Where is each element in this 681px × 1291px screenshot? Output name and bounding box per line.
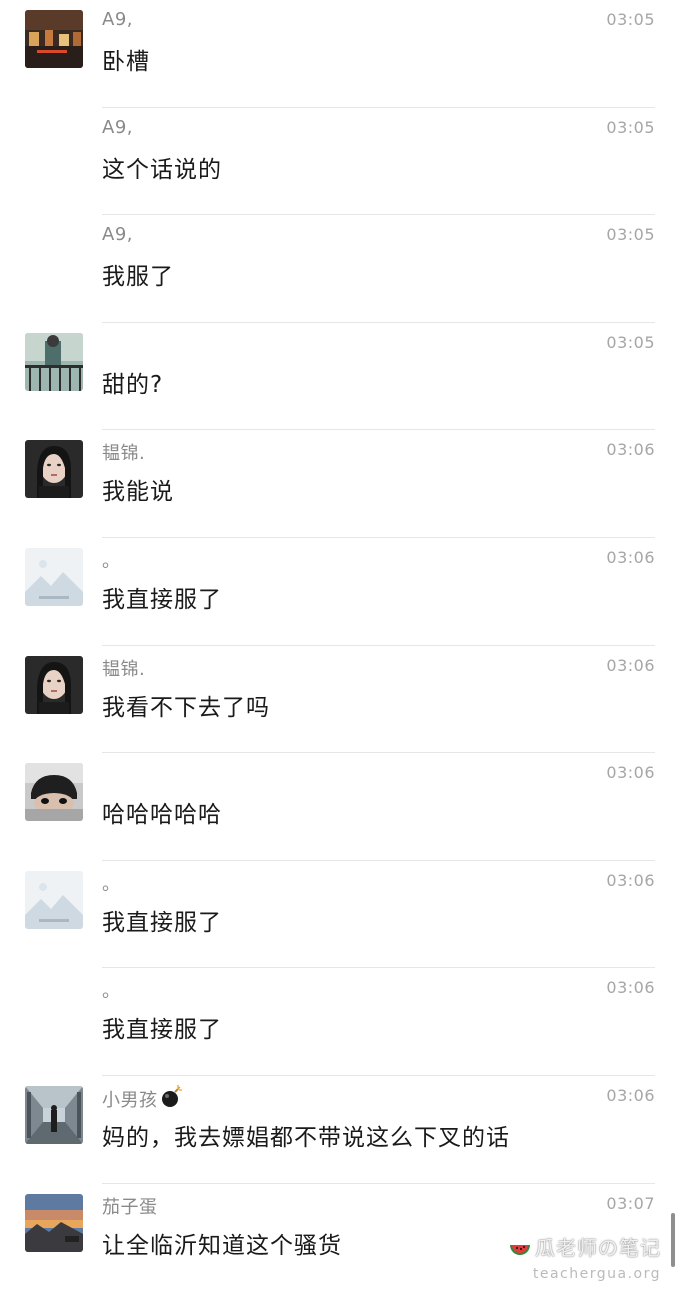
sender-name: 。 xyxy=(102,550,121,572)
message-text: 哈哈哈哈哈 xyxy=(102,802,222,829)
sender-name-text: 小男孩 xyxy=(102,1089,158,1111)
chat-message[interactable]: 03:06 哈哈哈哈哈 xyxy=(0,753,681,861)
scrollbar[interactable] xyxy=(671,1213,675,1267)
watermelon-icon xyxy=(509,1237,531,1264)
avatar[interactable] xyxy=(25,332,83,391)
message-time: 03:05 xyxy=(606,225,655,245)
avatar-corridor-man-image xyxy=(25,1085,83,1144)
avatar[interactable] xyxy=(25,1193,83,1252)
avatar[interactable] xyxy=(25,547,83,606)
message-text: 我直接服了 xyxy=(102,1017,222,1044)
sender-name: 韫锦. xyxy=(102,443,146,465)
watermark-title-text: 瓜老师の笔记 xyxy=(535,1236,661,1260)
avatar-woman-portrait-image xyxy=(25,440,83,499)
message-time: 03:06 xyxy=(606,547,655,567)
avatar-street-night-image xyxy=(25,10,83,68)
avatar-placeholder-image xyxy=(25,870,83,929)
chat-message[interactable]: 韫锦. 03:06 我看不下去了吗 xyxy=(0,646,681,754)
watermark: 瓜老师の笔记 teachergua.org xyxy=(509,1232,661,1282)
chat-message-list: A9, 03:05 卧槽 A9, 03:05 这个话说的 A9, 03:05 我… xyxy=(0,0,681,1291)
message-time: 03:06 xyxy=(606,440,655,460)
avatar-sunset-landscape-image xyxy=(25,1193,83,1252)
message-text: 让全临沂知道这个骚货 xyxy=(102,1232,342,1259)
message-text: 我直接服了 xyxy=(102,586,222,613)
message-time: 03:05 xyxy=(606,117,655,137)
message-time: 03:06 xyxy=(606,763,655,783)
message-text: 我能说 xyxy=(102,479,174,506)
avatar-boy-peek-image xyxy=(25,763,83,822)
sender-name: 小男孩 xyxy=(102,1084,184,1114)
message-time: 03:06 xyxy=(606,655,655,675)
avatar[interactable] xyxy=(25,655,83,714)
message-text: 我服了 xyxy=(102,264,174,291)
sender-name: 。 xyxy=(102,873,121,895)
avatar-man-balcony-image xyxy=(25,332,83,391)
chat-message[interactable]: A9, 03:05 卧槽 xyxy=(0,0,681,108)
chat-message[interactable]: 。 03:06 我直接服了 xyxy=(0,968,681,1076)
avatar[interactable] xyxy=(25,1085,83,1144)
message-text: 这个话说的 xyxy=(102,156,222,183)
sender-name: A9, xyxy=(102,9,133,30)
avatar[interactable] xyxy=(25,440,83,499)
chat-message[interactable]: 03:05 甜的? xyxy=(0,323,681,431)
message-time: 03:06 xyxy=(606,978,655,998)
avatar[interactable] xyxy=(25,10,83,68)
message-text: 我看不下去了吗 xyxy=(102,694,270,721)
message-time: 03:06 xyxy=(606,870,655,890)
message-text: 甜的? xyxy=(102,371,164,398)
chat-message[interactable]: A9, 03:05 我服了 xyxy=(0,215,681,323)
chat-message[interactable]: 韫锦. 03:06 我能说 xyxy=(0,430,681,538)
avatar[interactable] xyxy=(25,870,83,929)
sender-name: A9, xyxy=(102,224,133,246)
sender-name: 。 xyxy=(102,981,121,1003)
avatar[interactable] xyxy=(25,763,83,822)
message-time: 03:07 xyxy=(606,1193,655,1213)
message-text: 妈的，我去嫖娼都不带说这么下叉的话 xyxy=(102,1124,510,1151)
avatar-placeholder-image xyxy=(25,547,83,606)
message-time: 03:05 xyxy=(606,332,655,352)
sender-name: 茄子蛋 xyxy=(102,1196,158,1218)
message-time: 03:06 xyxy=(606,1085,655,1105)
message-time: 03:05 xyxy=(606,10,655,29)
avatar-woman-portrait-image xyxy=(25,655,83,714)
message-text: 卧槽 xyxy=(102,49,150,75)
chat-message[interactable]: 。 03:06 我直接服了 xyxy=(0,538,681,646)
chat-message[interactable]: A9, 03:05 这个话说的 xyxy=(0,108,681,216)
bomb-icon xyxy=(160,1084,184,1114)
watermark-title: 瓜老师の笔记 xyxy=(509,1232,661,1264)
sender-name: 韫锦. xyxy=(102,658,146,680)
message-text: 我直接服了 xyxy=(102,909,222,936)
chat-message[interactable]: 小男孩 03:06 妈的，我去嫖娼都不带说这么下叉的话 xyxy=(0,1076,681,1184)
sender-name: A9, xyxy=(102,116,133,138)
chat-message[interactable]: 。 03:06 我直接服了 xyxy=(0,861,681,969)
